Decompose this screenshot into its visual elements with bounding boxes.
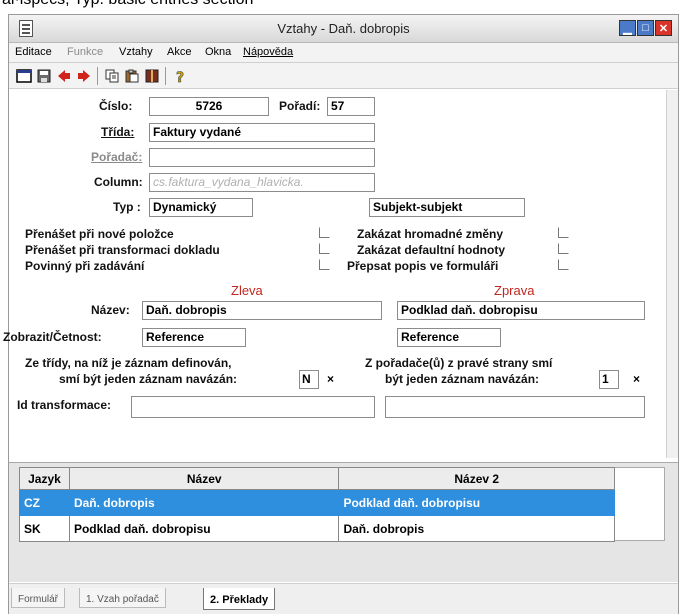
check-new-item[interactable] xyxy=(319,227,330,238)
svg-text:?: ? xyxy=(176,70,184,84)
typ-label: Typ : xyxy=(113,200,141,214)
forward-arrow-icon[interactable] xyxy=(75,67,93,85)
ze-tridy-clear[interactable]: × xyxy=(327,372,334,386)
cell-jazyk[interactable]: SK xyxy=(19,515,70,542)
toolbar-separator xyxy=(97,67,98,85)
translations-grid-area: Jazyk Název Název 2 CZ Daň. dobropis Pod… xyxy=(9,462,678,582)
grid-empty-area xyxy=(615,467,665,541)
column-header-nazev[interactable]: Název xyxy=(68,467,340,490)
back-arrow-icon[interactable] xyxy=(55,67,73,85)
zobrazit-label: Zobrazit/Četnost: xyxy=(3,330,102,344)
menu-akce[interactable]: Akce xyxy=(167,46,191,58)
paste-icon[interactable] xyxy=(123,67,141,85)
maximize-button[interactable]: □ xyxy=(637,20,654,36)
relations-window: Vztahy - Daň. dobropis ▁ □ ✕ Editace Fun… xyxy=(3,14,679,614)
table-row[interactable]: CZ Daň. dobropis Podklad daň. dobropisu xyxy=(19,489,615,516)
save-icon[interactable] xyxy=(35,67,53,85)
menu-vztahy[interactable]: Vztahy xyxy=(119,46,153,58)
check-new-item-label: Přenášet při nové položce xyxy=(25,227,174,241)
window-icon[interactable] xyxy=(15,67,33,85)
minimize-button[interactable]: ▁ xyxy=(619,20,636,36)
column-field[interactable]: cs.faktura_vydana_hlavicka. xyxy=(149,173,375,192)
relation-form: Číslo: 5726 Pořadí: 57 Třída: Faktury vy… xyxy=(3,90,678,460)
ze-tridy-field[interactable]: N xyxy=(299,370,319,389)
poradi-label: Pořadí: xyxy=(279,99,321,113)
nazev-label: Název: xyxy=(91,303,130,317)
cell-nazev[interactable]: Daň. dobropis xyxy=(68,489,340,516)
page-caption: ál·ispecs, Typ. basic entries section xyxy=(0,0,679,14)
z-poradace-line1: Z pořadače(ů) z pravé strany smí xyxy=(365,356,553,370)
cislo-field[interactable]: 5726 xyxy=(149,97,269,116)
trida-field[interactable]: Faktury vydané xyxy=(149,123,375,142)
poradac-field[interactable] xyxy=(149,148,375,167)
tab-preklady[interactable]: 2. Překlady xyxy=(203,588,276,610)
ze-tridy-line2: smí být jeden záznam navázán: xyxy=(59,372,238,386)
poradi-field[interactable]: 57 xyxy=(327,97,375,116)
column-label: Column: xyxy=(94,175,143,189)
menu-napoveda[interactable]: Nápověda xyxy=(243,46,293,58)
cell-nazev2[interactable]: Podklad daň. dobropisu xyxy=(338,489,615,516)
check-overwrite-label: Přepsat popis ve formuláři xyxy=(347,259,499,273)
zobrazit-left-field[interactable]: Reference xyxy=(142,328,246,347)
nazev-left-field[interactable]: Daň. dobropis xyxy=(142,301,382,320)
window-title: Vztahy - Daň. dobropis xyxy=(277,21,410,36)
check-required-label: Povinný při zadávání xyxy=(25,259,145,273)
id-transformace-left-field[interactable] xyxy=(131,396,375,418)
toolbar-separator-2 xyxy=(165,67,166,85)
zobrazit-right-field[interactable]: Reference xyxy=(397,328,501,347)
tab-vazan-poradac[interactable]: 1. Vzah pořadač xyxy=(79,588,166,608)
close-button[interactable]: ✕ xyxy=(655,20,672,36)
column-header-jazyk[interactable]: Jazyk xyxy=(19,467,70,490)
ze-tridy-line1: Ze třídy, na níž je záznam definován, xyxy=(25,356,232,370)
copy-icon[interactable] xyxy=(103,67,121,85)
check-defaults[interactable] xyxy=(558,243,569,254)
cell-jazyk[interactable]: CZ xyxy=(19,489,70,516)
cell-nazev[interactable]: Podklad daň. dobropisu xyxy=(68,515,340,542)
nazev-right-field[interactable]: Podklad daň. dobropisu xyxy=(397,301,645,320)
check-transform[interactable] xyxy=(319,243,330,254)
table-row[interactable]: SK Podklad daň. dobropisu Daň. dobropis xyxy=(19,515,615,542)
help-icon[interactable]: ? xyxy=(171,67,189,85)
z-poradace-clear[interactable]: × xyxy=(633,372,640,386)
menu-editace[interactable]: Editace xyxy=(15,46,52,58)
z-poradace-field[interactable]: 1 xyxy=(599,370,619,389)
caption-text: ál·ispecs, Typ. basic entries section xyxy=(2,0,253,9)
check-transform-label: Přenášet při transformaci dokladu xyxy=(25,243,220,257)
typ2-field[interactable]: Subjekt-subjekt xyxy=(369,198,525,217)
id-transformace-right-field[interactable] xyxy=(385,396,645,418)
table-header-row: Jazyk Název Název 2 xyxy=(19,467,615,490)
translations-table: Jazyk Název Název 2 CZ Daň. dobropis Pod… xyxy=(19,467,615,542)
check-required[interactable] xyxy=(319,259,330,270)
column-header-nazev2[interactable]: Název 2 xyxy=(338,467,615,490)
check-overwrite[interactable] xyxy=(558,259,569,270)
typ-field[interactable]: Dynamický xyxy=(149,198,253,217)
menu-bar: Editace Funkce Vztahy Akce Okna Nápověda xyxy=(9,43,678,63)
tab-strip: Formulář 1. Vzah pořadač 2. Překlady xyxy=(9,583,678,614)
zprava-heading: Zprava xyxy=(494,283,535,298)
zleva-heading: Zleva xyxy=(231,283,263,298)
trida-label[interactable]: Třída: xyxy=(101,125,134,139)
menu-funkce[interactable]: Funkce xyxy=(67,46,103,58)
check-defaults-label: Zakázat defaultní hodnoty xyxy=(357,243,506,257)
poradac-label[interactable]: Pořadač: xyxy=(91,150,142,164)
check-mass-change-label: Zakázat hromadné změny xyxy=(357,227,504,241)
form-scrollbar[interactable] xyxy=(666,90,678,458)
menu-okna[interactable]: Okna xyxy=(205,46,231,58)
id-transformace-label: Id transformace: xyxy=(17,398,112,412)
check-mass-change[interactable] xyxy=(558,227,569,238)
title-bar[interactable]: Vztahy - Daň. dobropis ▁ □ ✕ xyxy=(9,15,678,43)
book-icon[interactable] xyxy=(143,67,161,85)
window-controls: ▁ □ ✕ xyxy=(619,20,672,36)
cell-nazev2[interactable]: Daň. dobropis xyxy=(338,515,615,542)
tab-formular[interactable]: Formulář xyxy=(11,588,66,608)
z-poradace-line2: být jeden záznam navázán: xyxy=(385,372,540,386)
toolbar: ? xyxy=(9,63,678,89)
cislo-label: Číslo: xyxy=(99,99,133,113)
